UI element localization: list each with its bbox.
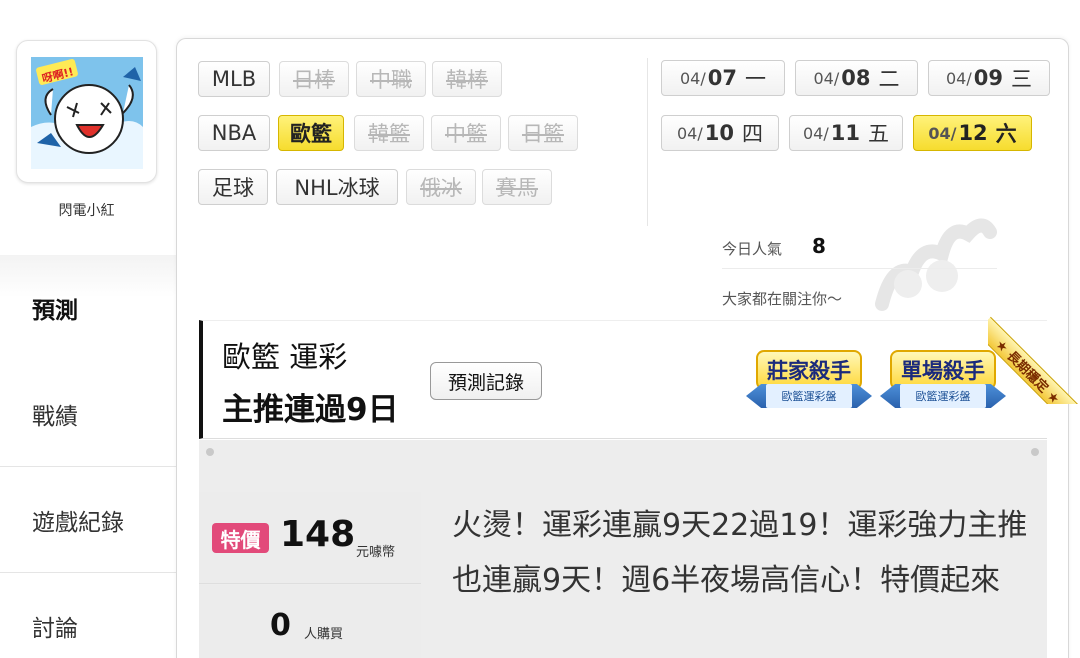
sport-tag-label: 韓棒 xyxy=(446,68,488,92)
date-day: 11 xyxy=(830,121,860,145)
pin-icon xyxy=(206,448,214,456)
date-weekday: 四 xyxy=(741,122,763,146)
date-day: 10 xyxy=(704,121,734,145)
sport-tag-label: 韓籃 xyxy=(368,122,410,146)
sport-tag-label: 日籃 xyxy=(522,122,564,146)
sport-tag-nhl[interactable]: NHL冰球 xyxy=(276,169,398,205)
sport-tag-cpbl: 中職 xyxy=(356,61,426,97)
popularity-label: 今日人氣 xyxy=(722,240,783,258)
cheering-figure-icon xyxy=(875,218,997,311)
date-tag-0409[interactable]: 04/09 三 xyxy=(928,60,1050,96)
sport-tag-khl: 俄冰 xyxy=(406,169,476,205)
date-tag-0407[interactable]: 04/07 一 xyxy=(661,60,785,96)
date-day: 12 xyxy=(958,121,988,145)
avatar-card[interactable]: 呀啊!! xyxy=(16,40,157,183)
date-prefix: 04/ xyxy=(677,123,703,143)
date-day: 08 xyxy=(841,66,871,90)
attention-text: 大家都在關注你～ xyxy=(722,290,843,308)
date-weekday: 三 xyxy=(1010,67,1032,91)
badge-subtitle: 歐籃運彩盤 xyxy=(766,384,852,408)
pin-icon xyxy=(1031,448,1039,456)
price-unit: 元噱幣 xyxy=(356,545,396,560)
price-value: 148 xyxy=(280,514,356,555)
buyers-count: 0 xyxy=(270,608,291,643)
date-prefix: 04/ xyxy=(928,123,957,143)
badge-subtitle: 歐籃運彩盤 xyxy=(900,384,986,408)
sport-tag-label: 足球 xyxy=(212,176,254,200)
nav-item-game-history[interactable]: 遊戲紀錄 xyxy=(0,467,178,573)
divider xyxy=(722,268,997,269)
sale-badge: 特價 xyxy=(212,523,269,553)
sport-tag-horse-racing: 賽馬 xyxy=(482,169,552,205)
nav-item-record[interactable]: 戰績 xyxy=(0,361,178,467)
date-tag-0411[interactable]: 04/11 五 xyxy=(789,115,903,151)
sport-tag-nba[interactable]: NBA xyxy=(198,115,270,151)
sport-tag-label: 日棒 xyxy=(293,68,335,92)
date-tag-0410[interactable]: 04/10 四 xyxy=(661,115,779,151)
nav-item-label: 遊戲紀錄 xyxy=(32,509,124,536)
nav-item-prediction[interactable]: 預測 xyxy=(0,255,178,361)
sport-tag-label: 俄冰 xyxy=(420,176,462,200)
date-prefix: 04/ xyxy=(813,68,840,88)
date-weekday: 五 xyxy=(867,122,889,146)
badge-banker-killer: 莊家殺手 歐籃運彩盤 xyxy=(746,346,872,416)
nav-item-label: 討論 xyxy=(32,616,78,642)
sport-tag-kr-baseball: 韓棒 xyxy=(432,61,502,97)
sport-tag-cn-basketball: 中籃 xyxy=(431,115,501,151)
sport-tag-soccer[interactable]: 足球 xyxy=(198,169,268,205)
date-day: 09 xyxy=(973,66,1003,90)
sport-tag-label: 中籃 xyxy=(445,122,487,146)
date-tag-0408[interactable]: 04/08 二 xyxy=(795,60,918,96)
prediction-history-button[interactable]: 預測記錄 xyxy=(430,362,542,400)
date-weekday: 二 xyxy=(878,67,900,91)
date-prefix: 04/ xyxy=(803,123,829,143)
ribbon-label: ★ 長期穩定 ★ xyxy=(988,316,1080,404)
sport-tag-jp-baseball: 日棒 xyxy=(279,61,349,97)
sport-tag-kr-basketball: 韓籃 xyxy=(354,115,424,151)
date-weekday: 一 xyxy=(744,67,766,91)
offer-headline[interactable]: 火燙！運彩連贏9天22過19！運彩強力主推也連贏9天！週6半夜場高信心！特價起來 xyxy=(452,498,1037,608)
sport-tag-label: MLB xyxy=(211,67,257,91)
nav-item-discussion[interactable]: 討論 xyxy=(0,573,178,658)
sport-tag-jp-basketball: 日籃 xyxy=(508,115,578,151)
date-tag-0412[interactable]: 04/12 六 xyxy=(913,115,1032,151)
sport-tag-euro-basketball[interactable]: 歐籃 xyxy=(278,115,344,151)
sport-tag-mlb[interactable]: MLB xyxy=(198,61,270,97)
nav-item-label: 預測 xyxy=(32,298,78,324)
date-weekday: 六 xyxy=(995,122,1017,146)
column-divider xyxy=(647,58,648,226)
avatar: 呀啊!! xyxy=(31,57,143,169)
long-term-stable-ribbon: ★ 長期穩定 ★ xyxy=(988,312,1080,404)
sport-tag-label: 賽馬 xyxy=(496,176,538,200)
banner-category: 歐籃 運彩 xyxy=(222,340,348,374)
nav-item-label: 戰績 xyxy=(32,403,78,430)
date-prefix: 04/ xyxy=(946,68,972,88)
popularity-value: 8 xyxy=(812,234,826,258)
username: 閃電小紅 xyxy=(58,203,115,219)
sport-tag-label: 中職 xyxy=(370,68,412,92)
sport-tag-label: 歐籃 xyxy=(290,122,332,146)
sport-tag-label: NBA xyxy=(211,121,257,145)
date-day: 07 xyxy=(707,66,737,90)
banner-streak: 主推連過9日 xyxy=(222,392,399,428)
buyers-unit: 人購買 xyxy=(304,627,344,642)
buyers-box xyxy=(199,585,421,658)
date-prefix: 04/ xyxy=(680,68,706,88)
sport-tag-label: NHL冰球 xyxy=(294,176,380,200)
